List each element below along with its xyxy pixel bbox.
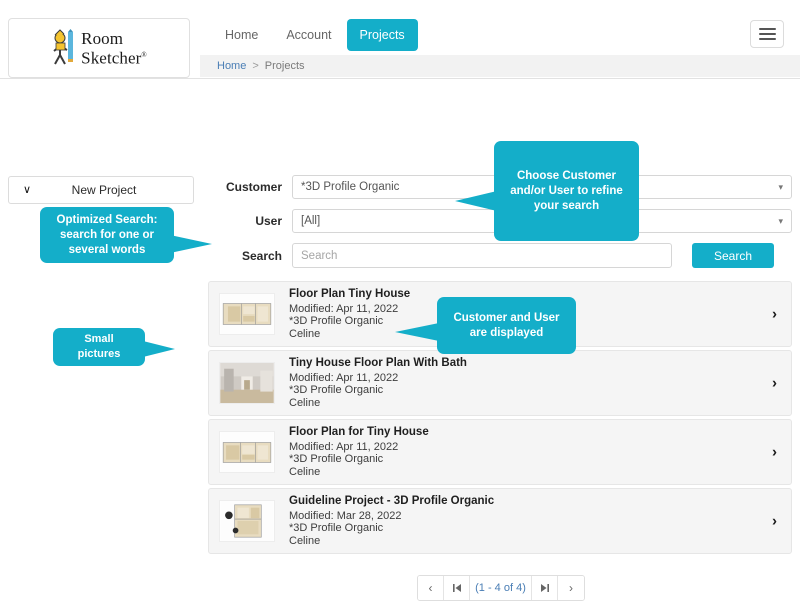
table-row[interactable]: Guideline Project - 3D Profile Organic M…: [208, 488, 792, 554]
project-title: Floor Plan Tiny House: [289, 288, 410, 301]
project-info: Tiny House Floor Plan With Bath Modified…: [289, 357, 467, 409]
nav-item-home[interactable]: Home: [212, 19, 271, 51]
pagination-range-label: (1 - 4 of 4): [470, 576, 532, 600]
project-modified: Modified: Mar 28, 2022: [289, 510, 494, 523]
hamburger-bar-3: [759, 38, 776, 40]
table-row[interactable]: Floor Plan for Tiny House Modified: Apr …: [208, 419, 792, 485]
logo-trademark: ®: [141, 51, 146, 59]
callout-tail-small-pictures: [143, 341, 175, 357]
brand-logo[interactable]: Room Sketcher®: [8, 18, 190, 78]
project-customer: *3D Profile Organic: [289, 315, 410, 328]
project-thumbnail: [219, 293, 275, 335]
project-info: Floor Plan Tiny House Modified: Apr 11, …: [289, 288, 410, 340]
user-label: User: [200, 214, 292, 228]
breadcrumb-current: Projects: [265, 60, 305, 72]
nav-item-projects[interactable]: Projects: [347, 19, 418, 51]
callout-tail-customer-user: [395, 323, 439, 341]
project-title: Guideline Project - 3D Profile Organic: [289, 495, 494, 508]
chevron-down-icon: ▾: [778, 217, 783, 226]
project-info: Guideline Project - 3D Profile Organic M…: [289, 495, 494, 547]
project-thumbnail: [219, 431, 275, 473]
project-modified: Modified: Apr 11, 2022: [289, 303, 410, 316]
project-title: Floor Plan for Tiny House: [289, 426, 429, 439]
user-select-value: [All]: [301, 215, 320, 227]
search-label: Search: [200, 249, 292, 263]
breadcrumb-separator: >: [252, 60, 258, 72]
customer-select-value: *3D Profile Organic: [301, 181, 399, 193]
project-thumbnail: [219, 362, 275, 404]
last-page-icon: [540, 583, 550, 593]
table-row[interactable]: Tiny House Floor Plan With Bath Modified…: [208, 350, 792, 416]
callout-tail-choose-customer: [455, 191, 497, 211]
roomsketcher-mascot-icon: [51, 29, 77, 67]
project-customer: *3D Profile Organic: [289, 453, 429, 466]
page-header: Room Sketcher® Home Account Projects Hom…: [0, 0, 800, 79]
chevron-down-icon: ▾: [778, 183, 783, 192]
breadcrumb: Home > Projects: [200, 55, 800, 77]
project-customer: *3D Profile Organic: [289, 384, 467, 397]
project-user: Celine: [289, 328, 410, 341]
first-page-icon: [452, 583, 462, 593]
search-input[interactable]: [292, 243, 672, 268]
callout-choose-customer: Choose Customer and/or User to refine yo…: [494, 141, 639, 241]
chevron-right-icon[interactable]: ›: [772, 445, 777, 460]
pagination: ‹ (1 - 4 of 4) ›: [417, 575, 585, 601]
hamburger-bar-1: [759, 28, 776, 30]
project-thumbnail: [219, 500, 275, 542]
pagination-first-button[interactable]: [444, 576, 470, 600]
search-row: Search Search: [200, 243, 792, 268]
logo-line-1: Room: [81, 29, 123, 48]
project-user: Celine: [289, 397, 467, 410]
callout-small-pictures: Small pictures: [53, 328, 145, 366]
callout-optimized-search: Optimized Search: search for one or seve…: [40, 207, 174, 263]
chevron-right-icon[interactable]: ›: [772, 376, 777, 391]
pagination-next-button[interactable]: ›: [558, 576, 584, 600]
hamburger-menu-icon[interactable]: [750, 20, 784, 48]
search-button[interactable]: Search: [692, 243, 774, 268]
new-project-button[interactable]: ∨ New Project: [8, 176, 194, 204]
new-project-label: New Project: [45, 183, 193, 197]
chevron-down-icon: ∨: [9, 185, 45, 196]
chevron-right-icon[interactable]: ›: [772, 307, 777, 322]
breadcrumb-home-link[interactable]: Home: [217, 60, 246, 72]
pagination-last-button[interactable]: [532, 576, 558, 600]
project-title: Tiny House Floor Plan With Bath: [289, 357, 467, 370]
customer-label: Customer: [200, 180, 292, 194]
logo-line-2: Sketcher: [81, 48, 141, 67]
hamburger-bar-2: [759, 33, 776, 35]
project-modified: Modified: Apr 11, 2022: [289, 372, 467, 385]
project-user: Celine: [289, 466, 429, 479]
project-modified: Modified: Apr 11, 2022: [289, 441, 429, 454]
project-user: Celine: [289, 535, 494, 548]
callout-customer-user-displayed: Customer and User are displayed: [437, 297, 576, 354]
chevron-right-icon[interactable]: ›: [772, 514, 777, 529]
pagination-prev-button[interactable]: ‹: [418, 576, 444, 600]
project-info: Floor Plan for Tiny House Modified: Apr …: [289, 426, 429, 478]
nav-item-account[interactable]: Account: [273, 19, 344, 51]
main-navigation: Home Account Projects: [212, 19, 418, 51]
logo-wordmark: Room Sketcher®: [81, 30, 147, 67]
project-customer: *3D Profile Organic: [289, 522, 494, 535]
callout-tail-optimized-search: [170, 235, 212, 253]
